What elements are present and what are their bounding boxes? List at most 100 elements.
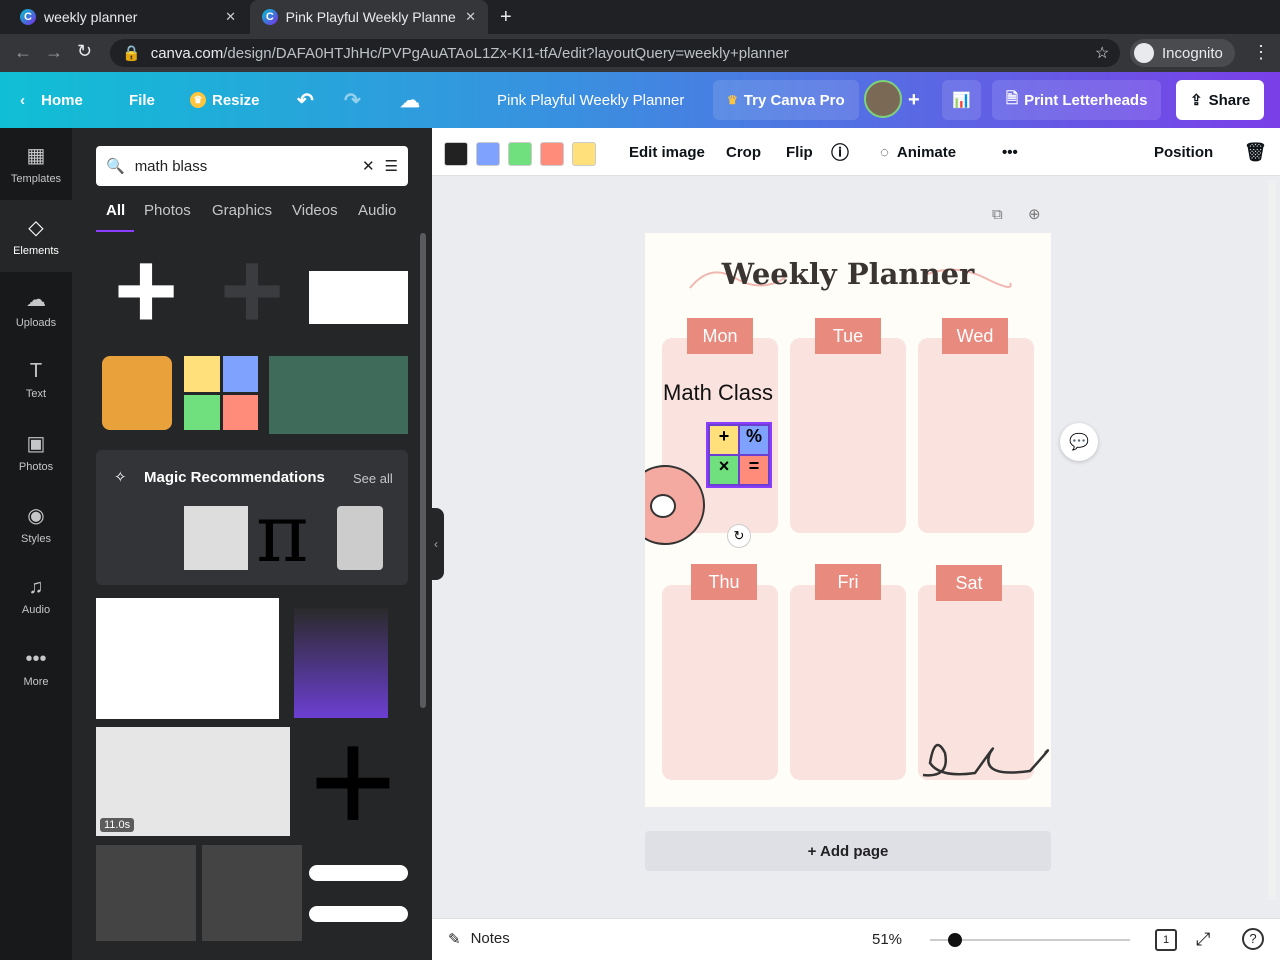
rail-elements[interactable]: ◇ Elements bbox=[0, 200, 72, 272]
back-icon[interactable]: ← bbox=[14, 42, 32, 63]
clear-search-icon[interactable]: ✕ bbox=[362, 157, 375, 175]
fullscreen-icon[interactable]: ⤢ bbox=[1196, 929, 1210, 950]
rail-uploads[interactable]: ☁ Uploads bbox=[0, 272, 72, 344]
url-input[interactable]: 🔒 canva.com/design/DAFA0HTJhHc/PVPgAuATAo… bbox=[110, 39, 1120, 67]
white-bar-graphic[interactable] bbox=[309, 906, 408, 922]
canvas-vertical-scrollbar[interactable] bbox=[1268, 180, 1276, 900]
info-icon[interactable]: ⓘ bbox=[831, 128, 849, 176]
day-card-tue[interactable] bbox=[790, 338, 906, 533]
design-page[interactable]: Weekly Planner Mon Tue Wed Thu Fri Sat M… bbox=[645, 233, 1051, 807]
rail-text[interactable]: T Text bbox=[0, 344, 72, 416]
black-plus-graphic[interactable]: + bbox=[298, 706, 408, 856]
formula-video[interactable]: 11.0s bbox=[96, 727, 290, 836]
incognito-badge[interactable]: Incognito bbox=[1130, 39, 1235, 67]
zoom-slider-handle[interactable] bbox=[948, 933, 963, 947]
plus-graphic[interactable]: + bbox=[96, 236, 196, 346]
math-symbols-selected[interactable]: +% × = bbox=[706, 422, 772, 488]
tab-photos[interactable]: Photos bbox=[144, 202, 191, 219]
tab-graphics[interactable]: Graphics bbox=[212, 202, 272, 219]
notes-button[interactable]: ✎ Notes bbox=[448, 930, 510, 948]
day-label[interactable]: Wed bbox=[942, 318, 1008, 354]
rotate-handle-icon[interactable]: ↻ bbox=[727, 524, 751, 548]
day-label[interactable]: Fri bbox=[815, 564, 881, 600]
flip-button[interactable]: Flip bbox=[786, 128, 813, 176]
file-menu-button[interactable]: File bbox=[129, 72, 155, 128]
rail-styles[interactable]: ◉ Styles bbox=[0, 488, 72, 560]
page-count-button[interactable]: 1 bbox=[1155, 929, 1177, 951]
collapse-panel-button[interactable]: ‹ bbox=[428, 508, 444, 580]
equations-pattern-graphic[interactable] bbox=[96, 845, 196, 941]
white-bar-graphic[interactable] bbox=[309, 865, 408, 881]
color-swatch[interactable] bbox=[540, 142, 564, 166]
menu-icon[interactable]: ⋮ bbox=[1252, 42, 1270, 63]
day-card-fri[interactable] bbox=[790, 585, 906, 780]
browser-tab-active[interactable]: C Pink Playful Weekly Planne ✕ bbox=[250, 0, 488, 34]
share-button[interactable]: ⇪ Share bbox=[1176, 80, 1265, 120]
more-options-icon[interactable]: ••• bbox=[1002, 128, 1018, 176]
undo-icon[interactable]: ↶ bbox=[297, 72, 314, 128]
color-swatch[interactable] bbox=[444, 142, 468, 166]
rail-photos[interactable]: ▣ Photos bbox=[0, 416, 72, 488]
color-swatch[interactable] bbox=[476, 142, 500, 166]
forward-icon[interactable]: → bbox=[45, 42, 63, 63]
reload-icon[interactable]: ↻ bbox=[77, 41, 92, 62]
equations-pattern-graphic[interactable] bbox=[202, 845, 302, 941]
analytics-icon[interactable]: 📊 bbox=[942, 80, 981, 120]
panel-scrollbar[interactable] bbox=[420, 233, 426, 708]
add-page-icon[interactable]: ⊕ bbox=[1028, 205, 1041, 223]
close-tab-icon[interactable]: ✕ bbox=[225, 9, 236, 25]
color-swatch[interactable] bbox=[572, 142, 596, 166]
white-rectangle-graphic[interactable] bbox=[309, 271, 408, 324]
lightbulb-photo[interactable] bbox=[96, 598, 279, 719]
print-letterheads-button[interactable]: 🗎 Print Letterheads bbox=[992, 80, 1162, 120]
crop-button[interactable]: Crop bbox=[726, 128, 761, 176]
delete-icon[interactable]: 🗑 bbox=[1244, 128, 1267, 176]
day-label[interactable]: Sat bbox=[936, 565, 1002, 601]
chalkboard-photo[interactable] bbox=[269, 356, 408, 434]
animate-button[interactable]: ◌ Animate bbox=[880, 128, 956, 176]
redo-icon[interactable]: ↷ bbox=[344, 72, 361, 128]
filter-icon[interactable]: ☰ bbox=[385, 157, 398, 175]
day-card-thu[interactable] bbox=[662, 585, 778, 780]
comment-icon[interactable]: 💬 bbox=[1060, 423, 1098, 461]
math-class-text[interactable]: Math Class bbox=[663, 380, 773, 406]
position-button[interactable]: Position bbox=[1154, 128, 1213, 176]
math-symbols-graphic[interactable] bbox=[184, 356, 258, 430]
rail-audio[interactable]: ♫ Audio bbox=[0, 560, 72, 632]
close-tab-icon[interactable]: ✕ bbox=[465, 9, 476, 25]
try-canva-pro-button[interactable]: ♛ Try Canva Pro bbox=[713, 80, 859, 120]
pi-graphic[interactable]: π bbox=[256, 494, 309, 574]
add-collaborator-icon[interactable]: + bbox=[908, 72, 920, 128]
cloud-saved-icon[interactable]: ☁ bbox=[400, 72, 420, 128]
day-label[interactable]: Mon bbox=[687, 318, 753, 354]
math-tools-graphic[interactable] bbox=[102, 356, 172, 430]
help-icon[interactable]: ? bbox=[1242, 928, 1264, 950]
tab-audio[interactable]: Audio bbox=[358, 202, 396, 219]
tab-all[interactable]: All bbox=[106, 202, 125, 219]
tab-videos[interactable]: Videos bbox=[292, 202, 338, 219]
day-label[interactable]: Tue bbox=[815, 318, 881, 354]
document-title[interactable]: Pink Playful Weekly Planner bbox=[497, 72, 684, 128]
see-all-link[interactable]: See all bbox=[353, 471, 393, 486]
rail-templates[interactable]: ▦ Templates bbox=[0, 128, 72, 200]
avatar[interactable] bbox=[864, 80, 902, 118]
home-button[interactable]: ‹ Home bbox=[20, 72, 83, 128]
calculator-graphic[interactable] bbox=[337, 506, 383, 570]
math-operators-graphic[interactable] bbox=[184, 506, 248, 570]
zoom-percentage[interactable]: 51% bbox=[872, 931, 902, 948]
add-page-button[interactable]: + Add page bbox=[645, 831, 1051, 871]
zoom-slider[interactable] bbox=[930, 933, 1130, 947]
search-input[interactable]: 🔍 math blass ✕ ☰ bbox=[96, 146, 408, 186]
color-swatch[interactable] bbox=[508, 142, 532, 166]
browser-tab[interactable]: Cweekly planner ✕ bbox=[8, 0, 248, 34]
new-tab-icon[interactable]: + bbox=[500, 6, 512, 29]
rail-more[interactable]: ••• More bbox=[0, 632, 72, 704]
planner-title[interactable]: Weekly Planner bbox=[645, 257, 1051, 291]
day-card-wed[interactable] bbox=[918, 338, 1034, 533]
plus-dark-graphic[interactable]: + bbox=[202, 236, 302, 346]
edit-image-button[interactable]: Edit image bbox=[629, 128, 705, 176]
resize-button[interactable]: ♛ Resize bbox=[190, 72, 260, 128]
day-label[interactable]: Thu bbox=[691, 564, 757, 600]
star-icon[interactable]: ☆ bbox=[1095, 43, 1109, 63]
duplicate-page-icon[interactable]: ⧉ bbox=[992, 206, 1003, 223]
